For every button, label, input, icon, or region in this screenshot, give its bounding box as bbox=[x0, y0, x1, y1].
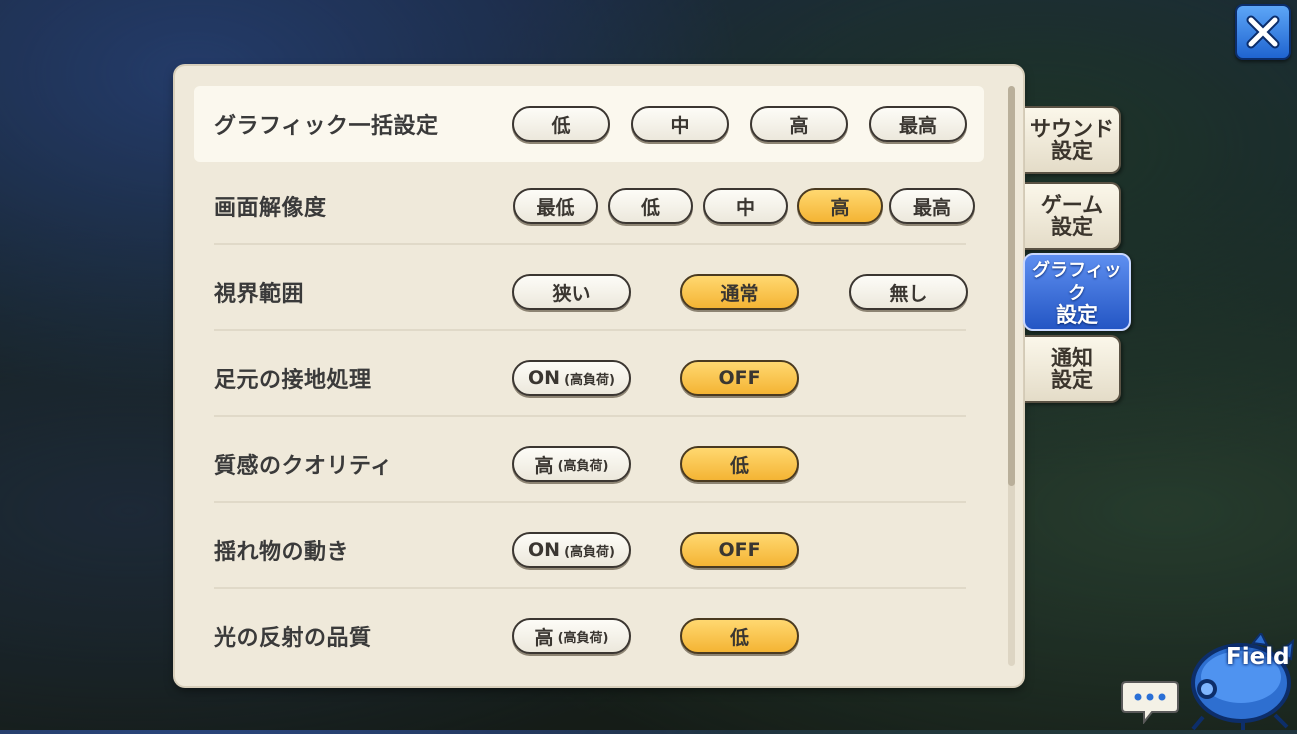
resolution-low-button[interactable]: 低 bbox=[608, 188, 693, 224]
resolution-highest-button[interactable]: 最高 bbox=[889, 188, 975, 224]
preset-low-button[interactable]: 低 bbox=[512, 106, 610, 142]
foot-grounding-off-button[interactable]: OFF bbox=[680, 360, 799, 396]
view-range-narrow-button[interactable]: 狭い bbox=[512, 274, 631, 310]
row-divider bbox=[214, 415, 966, 417]
setting-label: グラフィック一括設定 bbox=[214, 114, 439, 139]
resolution-medium-button[interactable]: 中 bbox=[703, 188, 788, 224]
tab-graphics-settings[interactable]: グラフィック 設定 bbox=[1023, 253, 1131, 331]
foot-grounding-on-button[interactable]: ON (高負荷) bbox=[512, 360, 631, 396]
sway-motion-off-button[interactable]: OFF bbox=[680, 532, 799, 568]
view-range-none-button[interactable]: 無し bbox=[849, 274, 968, 310]
sway-motion-on-button[interactable]: ON (高負荷) bbox=[512, 532, 631, 568]
field-button-label: Field bbox=[1226, 644, 1290, 670]
row-divider bbox=[214, 243, 966, 245]
setting-label: 揺れ物の動き bbox=[214, 540, 350, 565]
preset-medium-button[interactable]: 中 bbox=[631, 106, 729, 142]
tab-sound-settings[interactable]: サウンド 設定 bbox=[1025, 106, 1121, 174]
view-range-normal-button[interactable]: 通常 bbox=[680, 274, 799, 310]
scrollbar-track[interactable] bbox=[1008, 86, 1015, 666]
preset-highest-button[interactable]: 最高 bbox=[869, 106, 967, 142]
setting-label: 光の反射の品質 bbox=[214, 626, 372, 651]
setting-label: 視界範囲 bbox=[214, 282, 305, 307]
tab-game-settings[interactable]: ゲーム 設定 bbox=[1025, 182, 1121, 250]
texture-quality-high-button[interactable]: 高 (高負荷) bbox=[512, 446, 631, 482]
setting-row-resolution: 画面解像度 最低 低 中 高 最高 bbox=[194, 168, 984, 245]
graphics-settings-panel: グラフィック一括設定 低 中 高 最高 画面解像度 最低 低 中 高 最高 視界… bbox=[175, 66, 1023, 686]
setting-row-light-reflection: 光の反射の品質 高 (高負荷) 低 bbox=[194, 598, 984, 674]
chat-button[interactable] bbox=[1120, 678, 1180, 725]
chat-bubble-icon bbox=[1121, 681, 1179, 725]
setting-row-texture-quality: 質感のクオリティ 高 (高負荷) 低 bbox=[194, 426, 984, 503]
close-icon bbox=[1246, 15, 1280, 49]
setting-row-view-range: 視界範囲 狭い 通常 無し bbox=[194, 254, 984, 331]
resolution-lowest-button[interactable]: 最低 bbox=[513, 188, 598, 224]
setting-label: 質感のクオリティ bbox=[214, 454, 393, 479]
setting-row-foot-grounding: 足元の接地処理 ON (高負荷) OFF bbox=[194, 340, 984, 417]
preset-high-button[interactable]: 高 bbox=[750, 106, 848, 142]
setting-row-sway-motion: 揺れ物の動き ON (高負荷) OFF bbox=[194, 512, 984, 589]
setting-label: 画面解像度 bbox=[214, 196, 327, 221]
tab-notification-settings[interactable]: 通知 設定 bbox=[1025, 335, 1121, 403]
row-divider bbox=[214, 501, 966, 503]
row-divider bbox=[214, 587, 966, 589]
scrollbar-thumb[interactable] bbox=[1008, 86, 1015, 486]
resolution-high-button[interactable]: 高 bbox=[797, 188, 883, 224]
light-reflection-low-button[interactable]: 低 bbox=[680, 618, 799, 654]
row-divider bbox=[214, 329, 966, 331]
light-reflection-high-button[interactable]: 高 (高負荷) bbox=[512, 618, 631, 654]
setting-row-graphics-preset: グラフィック一括設定 低 中 高 最高 bbox=[194, 86, 984, 162]
close-button[interactable] bbox=[1235, 4, 1291, 60]
texture-quality-low-button[interactable]: 低 bbox=[680, 446, 799, 482]
setting-label: 足元の接地処理 bbox=[214, 368, 372, 393]
